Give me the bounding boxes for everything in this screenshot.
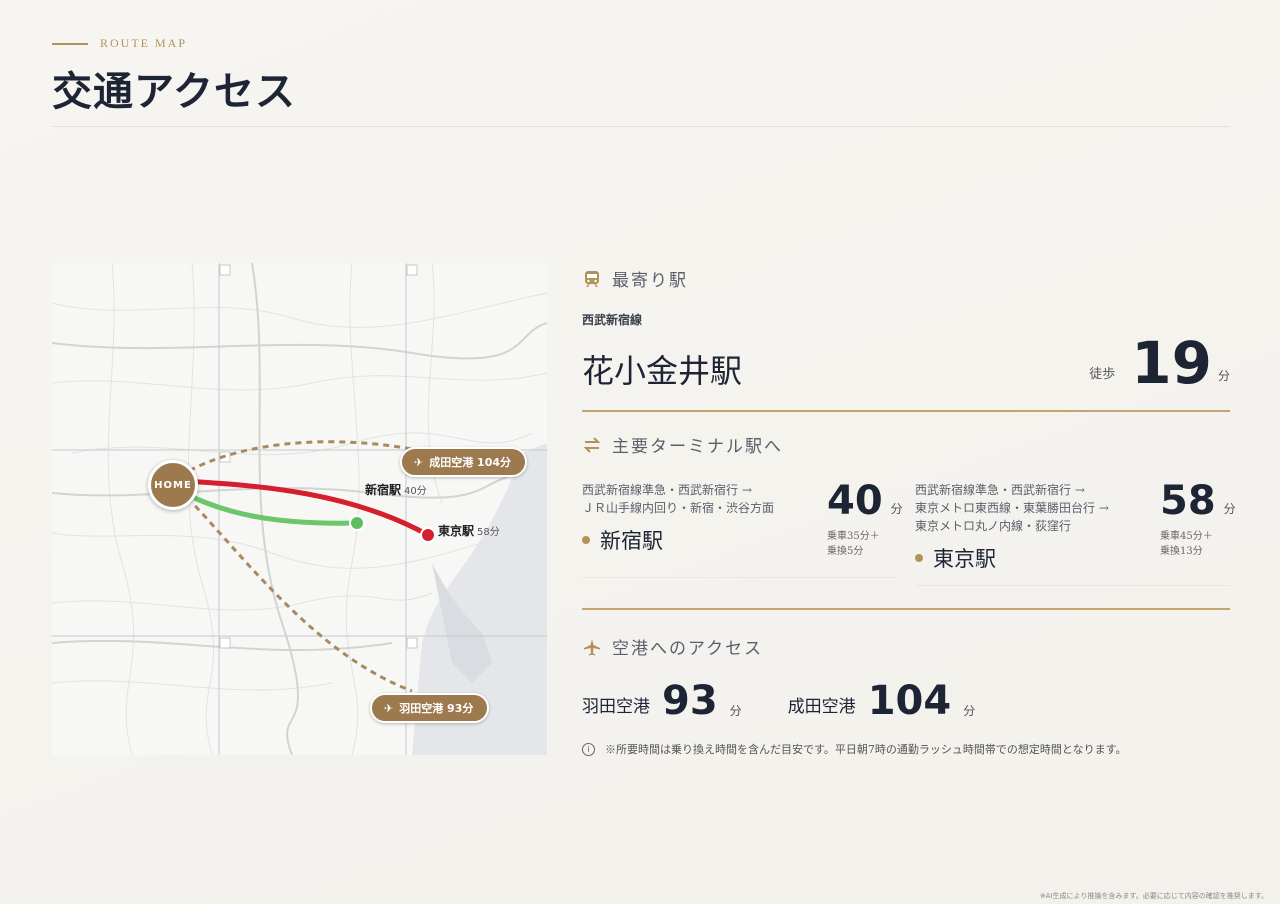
airport-name: 成田空港: [787, 697, 856, 717]
walk-time: 徒歩 19 分: [1089, 334, 1230, 392]
terminal-station-name: 新宿駅: [600, 529, 663, 553]
section-divider: [582, 608, 1230, 610]
haneda-pin-label: 羽田空港 93分: [399, 702, 474, 715]
note-line: 乗換13分: [1160, 546, 1203, 557]
airport-name: 羽田空港: [582, 697, 650, 717]
map-station-minutes: 40分: [404, 486, 427, 497]
train-icon: [582, 270, 602, 288]
bullet-dot: [915, 554, 923, 562]
map-station-name: 新宿駅: [365, 483, 402, 497]
page-header: ROUTE MAP 交通アクセス: [52, 36, 1230, 117]
nearest-station-name: 花小金井駅: [582, 352, 743, 390]
map-station-name: 東京駅: [438, 524, 475, 538]
terminal-divider: [915, 585, 1230, 586]
map-station-minutes: 58分: [477, 527, 500, 538]
walk-label: 徒歩: [1089, 367, 1116, 382]
home-marker[interactable]: HOME: [148, 460, 198, 510]
line-name: 西武新宿線: [582, 313, 643, 327]
route-line: 西武新宿線準急・西武新宿行 →: [582, 483, 752, 497]
airport-haneda: 羽田空港 93 分: [582, 681, 742, 721]
airport-unit: 分: [729, 704, 742, 718]
route-line: 東京メトロ丸ノ内線・荻窪行: [915, 519, 1072, 533]
airplane-icon: ✈: [384, 701, 394, 715]
airport-narita: 成田空港 104 分: [788, 681, 976, 721]
access-panel: 最寄り駅 西武新宿線 花小金井駅 徒歩 19 分 主要ターミナル駅へ 西武新宿線…: [582, 266, 1236, 757]
terminals-heading: 主要ターミナル駅へ: [582, 432, 1230, 457]
terminal-minutes: 40: [827, 478, 883, 524]
route-line: 東京メトロ東西線・東葉勝田台行 →: [915, 501, 1109, 515]
header-divider: [52, 126, 1230, 127]
walk-unit: 分: [1217, 369, 1230, 383]
terminal-minutes: 58: [1160, 478, 1216, 524]
eyebrow-text: ROUTE MAP: [100, 36, 188, 50]
note-line: 乗車35分＋: [827, 531, 880, 542]
tokyo-station-marker: [420, 527, 436, 543]
terminal-unit: 分: [1223, 502, 1236, 516]
nearest-heading-label: 最寄り駅: [612, 271, 688, 291]
map-label-shinjuku: 新宿駅 40分: [365, 481, 427, 498]
nearest-station-row: 花小金井駅 徒歩 19 分: [582, 334, 1230, 392]
ai-disclaimer: ※AI生成により推論を含みます。必要に応じて内容の確認を推奨します。: [1039, 892, 1268, 900]
bullet-dot: [582, 536, 590, 544]
route-map[interactable]: HOME 新宿駅 40分 東京駅 58分 ✈ 成田空港 104分 ✈ 羽田空港 93…: [52, 263, 547, 755]
terminal-time: 58 分 乗車45分＋ 乗換13分: [1160, 478, 1236, 559]
terminal-note: 乗車45分＋ 乗換13分: [1160, 529, 1230, 559]
note-line: 乗車45分＋: [1160, 531, 1213, 542]
narita-pin[interactable]: ✈ 成田空港 104分: [400, 447, 528, 477]
airports-heading: 空港へのアクセス: [582, 634, 1230, 659]
airport-minutes: 93: [662, 678, 718, 724]
terminal-unit: 分: [890, 502, 903, 516]
terminal-note: 乗車35分＋ 乗換5分: [827, 529, 897, 559]
section-divider: [582, 410, 1230, 412]
airports-heading-label: 空港へのアクセス: [612, 639, 764, 659]
terminals-heading-label: 主要ターミナル駅へ: [612, 437, 783, 457]
nearest-station-heading: 最寄り駅: [582, 266, 1230, 291]
footnote-text: ※所要時間は乗り換え時間を含んだ目安です。平日朝7時の通勤ラッシュ時間帯での想定…: [605, 743, 1127, 756]
terminal-time: 40 分 乗車35分＋ 乗換5分: [827, 478, 903, 559]
narita-pin-label: 成田空港 104分: [429, 456, 512, 469]
airport-minutes: 104: [867, 678, 952, 724]
airplane-icon: ✈: [414, 455, 424, 469]
airplane-icon: [582, 638, 602, 656]
shinjuku-station-marker: [349, 515, 365, 531]
swap-arrows-icon: [582, 436, 602, 453]
terminal-card-tokyo: 西武新宿線準急・西武新宿行 → 東京メトロ東西線・東葉勝田台行 → 東京メトロ丸…: [915, 478, 1236, 586]
terminal-card-shinjuku: 西武新宿線準急・西武新宿行 → ＪＲ山手線内回り・新宿・渋谷方面 新宿駅 40 …: [582, 478, 903, 586]
route-line: ＪＲ山手線内回り・新宿・渋谷方面: [582, 501, 775, 515]
note-line: 乗換5分: [827, 546, 864, 557]
info-icon: i: [582, 742, 595, 756]
haneda-pin[interactable]: ✈ 羽田空港 93分: [370, 693, 490, 723]
eyebrow-line: [52, 42, 88, 45]
airport-list: 羽田空港 93 分 成田空港 104 分: [582, 681, 1230, 721]
eyebrow: ROUTE MAP: [52, 36, 1230, 51]
route-line: 西武新宿線準急・西武新宿行 →: [915, 483, 1085, 497]
terminal-route: 西武新宿線準急・西武新宿行 → 東京メトロ東西線・東葉勝田台行 → 東京メトロ丸…: [915, 481, 1135, 535]
terminal-divider: [582, 577, 897, 578]
terminal-list: 西武新宿線準急・西武新宿行 → ＪＲ山手線内回り・新宿・渋谷方面 新宿駅 40 …: [582, 478, 1236, 586]
terminal-route: 西武新宿線準急・西武新宿行 → ＪＲ山手線内回り・新宿・渋谷方面: [582, 481, 802, 517]
footnote: i ※所要時間は乗り換え時間を含んだ目安です。平日朝7時の通勤ラッシュ時間帯での…: [582, 741, 1230, 757]
terminal-station-name: 東京駅: [933, 547, 996, 571]
map-canvas: [52, 263, 547, 755]
page-title: 交通アクセス: [52, 68, 296, 115]
airport-unit: 分: [963, 704, 976, 718]
walk-minutes: 19: [1131, 329, 1212, 397]
map-label-tokyo: 東京駅 58分: [438, 522, 500, 539]
